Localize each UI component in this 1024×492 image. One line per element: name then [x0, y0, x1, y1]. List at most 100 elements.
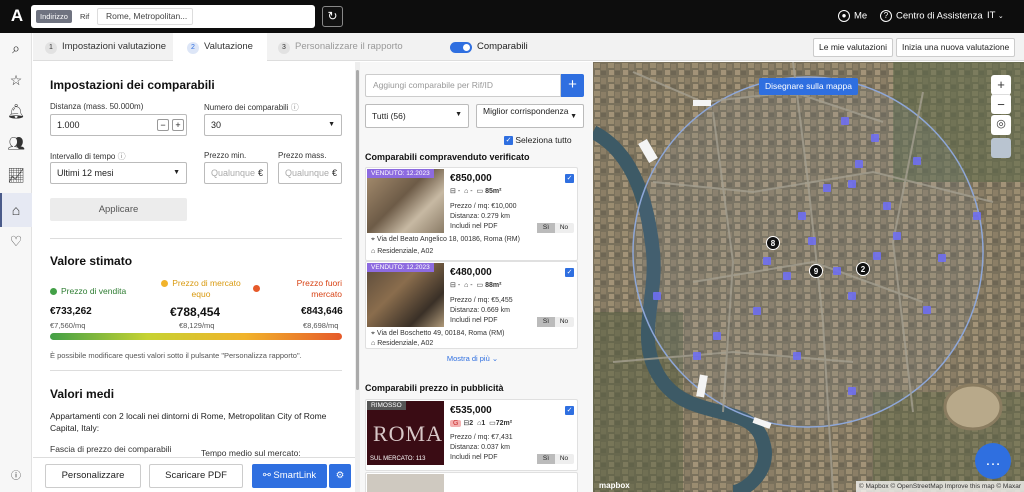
- comparable-card[interactable]: [365, 472, 578, 492]
- map-cluster[interactable]: 2: [856, 262, 870, 276]
- include-pdf-toggle[interactable]: Sì No: [537, 223, 574, 233]
- map-marker[interactable]: [871, 134, 879, 142]
- map-marker[interactable]: [973, 212, 981, 220]
- map-marker[interactable]: [823, 184, 831, 192]
- zoom-in-button[interactable]: +: [991, 75, 1011, 95]
- comparable-price-sqm: Prezzo / mq: €7,431: [450, 434, 513, 441]
- select-all-checkbox[interactable]: ✓ Seleziona tutto: [504, 135, 572, 146]
- download-pdf-button[interactable]: Scaricare PDF: [149, 464, 243, 488]
- map-cluster[interactable]: 9: [809, 264, 823, 278]
- market-price-value: €788,454: [170, 305, 221, 319]
- increment-button[interactable]: +: [172, 119, 184, 131]
- add-comparable-input[interactable]: Aggiungi comparabile per Rif/ID: [365, 74, 561, 97]
- gear-icon[interactable]: ⚙: [329, 464, 351, 488]
- location-pin-icon: ⌖: [371, 330, 375, 337]
- map-marker[interactable]: [913, 157, 921, 165]
- map-marker[interactable]: [783, 272, 791, 280]
- map-marker[interactable]: [938, 254, 946, 262]
- bell-icon[interactable]: 🔔︎: [6, 101, 26, 121]
- comparable-price: €480,000: [450, 267, 492, 278]
- map-marker[interactable]: [841, 117, 849, 125]
- filter-select[interactable]: Tutti (56) ▼: [365, 104, 469, 128]
- info-icon[interactable]: ⓘ: [291, 103, 299, 112]
- chat-icon[interactable]: …: [975, 443, 1011, 479]
- star-icon[interactable]: ☆: [6, 70, 26, 90]
- draw-on-map-button[interactable]: Disegnare sulla mappa: [759, 78, 858, 95]
- show-more-link[interactable]: Mostra di più ⌄: [360, 354, 585, 363]
- map-marker[interactable]: [893, 232, 901, 240]
- search-mode-ref[interactable]: Rif: [76, 10, 93, 23]
- home-valuation-icon[interactable]: ⌂: [6, 200, 26, 220]
- comparable-card[interactable]: VENDUTO: 12.2023 €480,000 ⊟ - ⌂ - ▭ 88m²…: [365, 261, 578, 349]
- sold-section-title: Comparabili compravenduto verificato: [365, 152, 530, 162]
- map-marker[interactable]: [713, 332, 721, 340]
- info-icon[interactable]: ⓘ: [6, 467, 26, 487]
- new-valuation-button[interactable]: Inizia una nuova valutazione: [896, 38, 1016, 57]
- search-icon[interactable]: ⌕: [6, 38, 26, 58]
- users-icon[interactable]: 👥︎: [6, 133, 26, 153]
- include-pdf-toggle[interactable]: Sì No: [537, 454, 574, 464]
- map-marker[interactable]: [753, 307, 761, 315]
- map-marker[interactable]: [833, 267, 841, 275]
- satellite-imagery: [593, 62, 1024, 492]
- map-marker[interactable]: [798, 212, 806, 220]
- comparable-price: €535,000: [450, 405, 492, 416]
- house-icon: ⌂: [371, 248, 376, 255]
- add-comparable-button[interactable]: +: [561, 74, 584, 97]
- comparables-toggle[interactable]: [450, 42, 472, 53]
- locate-icon[interactable]: ◎: [991, 115, 1011, 135]
- map-marker[interactable]: [855, 160, 863, 168]
- refresh-icon[interactable]: ↻: [322, 6, 343, 27]
- checkbox-icon[interactable]: ✓: [565, 174, 574, 183]
- smartlink-button[interactable]: ⚯ SmartLink: [252, 464, 327, 488]
- top-bar: A Indirizzo Rif Rome, Metropolitan... ↻ …: [0, 0, 1024, 33]
- handshake-icon[interactable]: ♡: [6, 231, 26, 251]
- map-cluster[interactable]: 8: [766, 236, 780, 250]
- checkbox-icon[interactable]: ✓: [565, 406, 574, 415]
- info-icon[interactable]: ⓘ: [118, 152, 126, 161]
- map-marker[interactable]: [653, 292, 661, 300]
- map-marker[interactable]: [808, 237, 816, 245]
- app-logo[interactable]: A: [7, 6, 27, 26]
- decrement-button[interactable]: −: [157, 119, 169, 131]
- map-marker[interactable]: [848, 180, 856, 188]
- search-mode-address[interactable]: Indirizzo: [36, 10, 72, 23]
- my-valuations-button[interactable]: Le mie valutazioni: [813, 38, 894, 57]
- layer-toggle-button[interactable]: [991, 138, 1011, 158]
- min-price-input[interactable]: Qualunque €: [204, 162, 268, 184]
- comparable-card[interactable]: RIMOSSO ROMA SUL MERCATO: 113 €535,000 G…: [365, 399, 578, 471]
- map-marker[interactable]: [923, 306, 931, 314]
- tab-valuation[interactable]: 2 Valutazione: [173, 33, 267, 61]
- map-marker[interactable]: [793, 352, 801, 360]
- time-range-select[interactable]: Ultimi 12 mesi ▼: [50, 162, 187, 184]
- include-pdf-toggle[interactable]: Sì No: [537, 317, 574, 327]
- out-price-label: Prezzo fuori mercato: [296, 278, 342, 299]
- map-marker[interactable]: [883, 202, 891, 210]
- bed-icon: ⊟: [450, 188, 456, 195]
- tab-settings[interactable]: 1 Impostazioni valutazione: [45, 33, 166, 61]
- chart-icon[interactable]: 📈︎: [6, 165, 26, 185]
- map-attribution[interactable]: © Mapbox © OpenStreetMap Improve this ma…: [855, 481, 1024, 492]
- help-center-link[interactable]: ? Centro di Assistenza: [880, 10, 983, 22]
- map-marker[interactable]: [873, 252, 881, 260]
- sale-price-value: €733,262: [50, 306, 92, 317]
- max-price-input[interactable]: Qualunque €: [278, 162, 342, 184]
- map-marker[interactable]: [848, 387, 856, 395]
- customize-button[interactable]: Personalizzare: [45, 464, 141, 488]
- sort-select[interactable]: Miglior corrispondenza ▼: [476, 104, 584, 128]
- apply-button[interactable]: Applicare: [50, 198, 187, 221]
- zoom-out-button[interactable]: −: [991, 94, 1011, 114]
- map-marker[interactable]: [763, 257, 771, 265]
- comparable-card[interactable]: VENDUTO: 12.2023 €850,000 ⊟ - ⌂ - ▭ 85m²…: [365, 167, 578, 261]
- map-marker[interactable]: [848, 292, 856, 300]
- checkbox-icon[interactable]: ✓: [565, 268, 574, 277]
- user-menu[interactable]: ● Me: [838, 10, 867, 22]
- tab-customize-report[interactable]: 3 Personalizzare il rapporto: [278, 33, 403, 61]
- map-view[interactable]: 8 9 2 Disegnare sulla mappa + − ◎ … mapb…: [593, 62, 1024, 492]
- comparable-price: €850,000: [450, 173, 492, 184]
- address-input[interactable]: Rome, Metropolitan...: [97, 8, 193, 25]
- map-marker[interactable]: [693, 352, 701, 360]
- language-selector[interactable]: IT ⌄: [987, 10, 1004, 21]
- distance-input[interactable]: 1.000 − +: [50, 114, 187, 136]
- count-select[interactable]: 30 ▼: [204, 114, 342, 136]
